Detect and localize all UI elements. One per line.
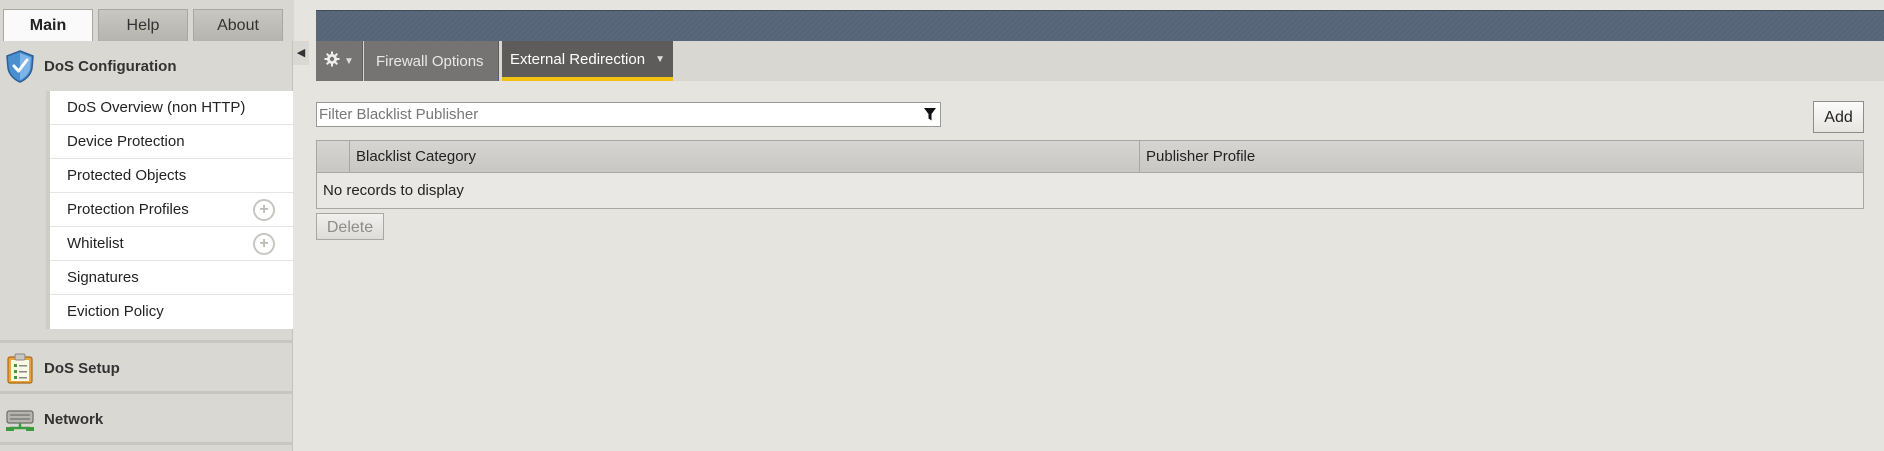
network-icon bbox=[2, 401, 38, 437]
collapse-sidebar-icon[interactable]: ◀ bbox=[293, 41, 309, 65]
tab-help[interactable]: Help bbox=[98, 9, 188, 41]
sidebar-item-label: Signatures bbox=[67, 269, 139, 286]
sidebar-item-signatures[interactable]: Signatures bbox=[50, 261, 293, 295]
filter-box bbox=[316, 102, 941, 127]
sidebar: DoS Configuration DoS Overview (non HTTP… bbox=[0, 41, 293, 451]
section-label: DoS Configuration bbox=[44, 57, 177, 75]
top-tab-bar: Main Help About bbox=[0, 0, 294, 42]
section-label: DoS Setup bbox=[44, 359, 120, 377]
sidebar-item-eviction-policy[interactable]: Eviction Policy bbox=[50, 295, 293, 329]
tab-label: External Redirection bbox=[510, 50, 646, 68]
sidebar-item-protection-profiles[interactable]: Protection Profiles + bbox=[50, 193, 293, 227]
column-header-publisher-profile[interactable]: Publisher Profile bbox=[1140, 141, 1864, 173]
chevron-down-icon: ▼ bbox=[344, 55, 354, 67]
add-button[interactable]: Add bbox=[1813, 101, 1864, 133]
sidebar-item-label: Protected Objects bbox=[67, 167, 187, 184]
tab-main[interactable]: Main bbox=[3, 9, 93, 42]
section-label: Network bbox=[44, 410, 104, 428]
tab-firewall-options[interactable]: Firewall Options bbox=[364, 41, 499, 81]
sidebar-item-label: Eviction Policy bbox=[67, 303, 164, 320]
sidebar-item-whitelist[interactable]: Whitelist + bbox=[50, 227, 293, 261]
sidebar-item-label: Device Protection bbox=[67, 133, 185, 150]
sidebar-item-protected-objects[interactable]: Protected Objects bbox=[50, 159, 293, 193]
column-header-blacklist-category[interactable]: Blacklist Category bbox=[350, 141, 1140, 173]
section-dos-setup[interactable]: DoS Setup bbox=[0, 343, 293, 393]
dos-config-menu: DoS Overview (non HTTP) Device Protectio… bbox=[46, 91, 293, 329]
section-network[interactable]: Network bbox=[0, 394, 293, 444]
select-all-column[interactable] bbox=[317, 141, 350, 173]
chevron-down-icon[interactable]: ▼ bbox=[655, 54, 665, 65]
tab-about[interactable]: About bbox=[193, 9, 283, 41]
clipboard-icon bbox=[2, 350, 38, 386]
sidebar-item-dos-overview[interactable]: DoS Overview (non HTTP) bbox=[50, 91, 293, 125]
sub-tab-bar: ▼ Firewall Options External Redirection … bbox=[316, 41, 1884, 81]
gear-icon bbox=[324, 51, 340, 71]
blacklist-table: Blacklist Category Publisher Profile No … bbox=[316, 140, 1864, 209]
sidebar-item-label: Whitelist bbox=[67, 235, 124, 252]
shield-icon bbox=[2, 48, 38, 84]
sidebar-item-label: Protection Profiles bbox=[67, 201, 189, 218]
sidebar-divider bbox=[0, 442, 293, 445]
filter-funnel-icon[interactable] bbox=[920, 104, 940, 126]
delete-button[interactable]: Delete bbox=[316, 213, 384, 240]
header-bar bbox=[316, 10, 1884, 41]
tab-external-redirection[interactable]: External Redirection ▼ bbox=[502, 41, 673, 81]
add-circle-icon[interactable]: + bbox=[253, 233, 275, 255]
add-circle-icon[interactable]: + bbox=[253, 199, 275, 221]
sidebar-item-device-protection[interactable]: Device Protection bbox=[50, 125, 293, 159]
tab-label: Firewall Options bbox=[376, 52, 484, 70]
empty-table-message: No records to display bbox=[323, 182, 464, 199]
gear-menu-button[interactable]: ▼ bbox=[316, 41, 363, 81]
filter-blacklist-publisher-input[interactable] bbox=[317, 103, 920, 126]
section-dos-configuration[interactable]: DoS Configuration bbox=[0, 41, 293, 91]
sidebar-item-label: DoS Overview (non HTTP) bbox=[67, 99, 246, 116]
table-header: Blacklist Category Publisher Profile bbox=[317, 141, 1863, 173]
